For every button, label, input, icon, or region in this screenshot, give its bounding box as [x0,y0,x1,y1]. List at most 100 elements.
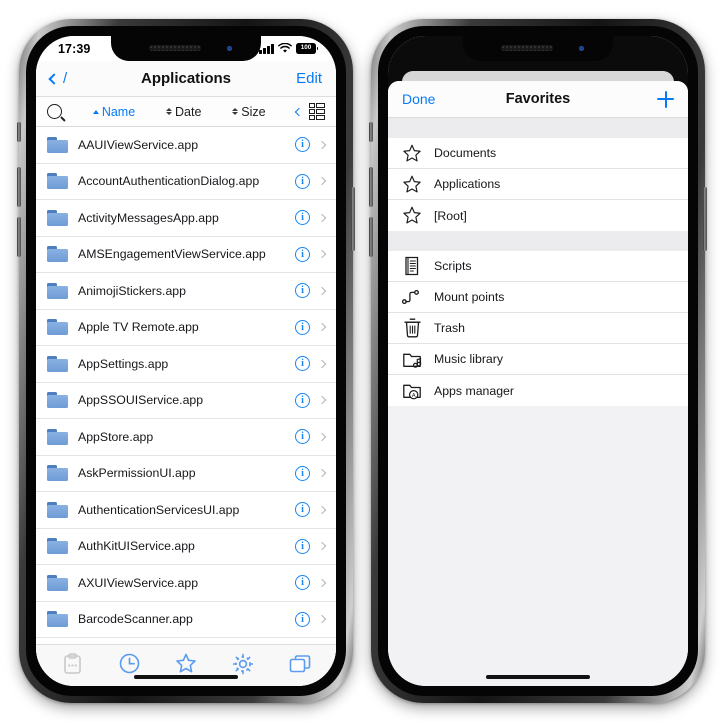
favorite-row[interactable]: Trash [388,313,688,344]
back-button[interactable]: / [48,70,67,87]
power-button[interactable] [351,187,355,251]
volume-down-button[interactable] [369,217,373,257]
info-button[interactable]: i [295,575,310,591]
favorite-row[interactable]: Applications [388,169,688,200]
edit-button[interactable]: Edit [296,70,322,87]
favorite-row[interactable]: [Root] [388,200,688,231]
front-camera-icon [227,46,232,51]
mute-switch[interactable] [17,122,21,142]
file-name-label: ActivityMessagesApp.app [78,210,219,225]
star-icon [401,142,423,164]
file-name-label: AppStore.app [78,429,154,444]
navigation-bar: / Applications Edit [36,61,336,97]
home-indicator[interactable] [486,675,590,679]
file-name-label: AMSEngagementViewService.app [78,247,266,262]
file-row[interactable]: AppSSOUIService.app i [36,382,336,419]
tab-recents[interactable] [116,651,142,677]
file-row[interactable]: AMSEngagementViewService.app i [36,236,336,273]
folder-icon [47,209,68,226]
power-button[interactable] [703,187,707,251]
info-button[interactable]: i [295,538,310,554]
info-button[interactable]: i [295,392,310,408]
chevron-right-icon[interactable] [317,323,327,332]
chevron-right-icon[interactable] [317,140,327,149]
home-indicator[interactable] [134,675,238,679]
volume-up-button[interactable] [17,167,21,207]
volume-up-button[interactable] [369,167,373,207]
search-icon[interactable] [47,104,62,119]
chevron-right-icon[interactable] [317,396,327,405]
clock-recents-icon [119,653,139,674]
info-button[interactable]: i [295,210,310,226]
info-button[interactable]: i [295,137,310,153]
tab-windows[interactable] [287,651,313,677]
notch [463,36,613,61]
file-row[interactable]: AAUIViewService.app i [36,127,336,164]
file-row[interactable]: AXUIViewService.app i [36,565,336,602]
plus-icon[interactable] [657,90,674,108]
file-row[interactable]: AskPermissionUI.app i [36,455,336,492]
file-row[interactable]: Apple TV Remote.app i [36,309,336,346]
chevron-left-icon [48,72,60,85]
sort-by-name-button[interactable]: Name [92,105,135,119]
file-name-label: BarcodeScanner.app [78,612,193,627]
mute-switch[interactable] [369,122,373,142]
file-row[interactable]: ActivityMessagesApp.app i [36,200,336,237]
chevron-right-icon[interactable] [317,286,327,295]
favorite-row[interactable]: Mount points [388,282,688,313]
tab-settings[interactable] [230,651,256,677]
file-row[interactable]: AppSettings.app i [36,346,336,383]
info-button[interactable]: i [295,356,310,372]
info-button[interactable]: i [295,502,310,518]
caret-updown-icon [166,107,172,116]
volume-down-button[interactable] [17,217,21,257]
list-view-icon[interactable] [309,103,325,120]
file-row[interactable]: AuthKitUIService.app i [36,528,336,565]
folder-icon [47,173,68,190]
chevron-right-icon[interactable] [317,359,327,368]
sort-size-label: Size [241,104,266,119]
tab-favorites[interactable] [173,651,199,677]
favorite-row[interactable]: Scripts [388,251,688,282]
favorite-row[interactable]: A Apps manager [388,375,688,406]
info-button[interactable]: i [295,283,310,299]
favorite-row[interactable]: Music library [388,344,688,375]
sort-toolbar: Name Date Size [36,97,336,127]
tab-clipboard[interactable] [59,651,85,677]
chevron-right-icon[interactable] [317,432,327,441]
file-row[interactable]: AccountAuthenticationDialog.app i [36,163,336,200]
info-button[interactable]: i [295,465,310,481]
chevron-right-icon[interactable] [317,213,327,222]
chevron-right-icon[interactable] [317,615,327,624]
left-phone-bezel: 17:39 100 / Applications Edit Name Date … [26,26,346,696]
info-button[interactable]: i [295,429,310,445]
chevron-right-icon[interactable] [317,542,327,551]
info-button[interactable]: i [295,246,310,262]
info-button[interactable]: i [295,611,310,627]
info-button[interactable]: i [295,319,310,335]
file-name-label: AAUIViewService.app [78,137,199,152]
chevron-right-icon[interactable] [317,177,327,186]
chevron-right-icon[interactable] [317,578,327,587]
done-button[interactable]: Done [402,91,435,107]
chevron-right-icon[interactable] [317,469,327,478]
info-button[interactable]: i [295,173,310,189]
front-camera-icon [579,46,584,51]
file-list[interactable]: AAUIViewService.app i AccountAuthenticatio… [36,127,336,644]
sort-by-date-button[interactable]: Date [166,105,201,119]
favorite-label: Applications [434,177,501,191]
chevron-right-icon[interactable] [317,250,327,259]
cellular-bars-icon [259,44,274,54]
file-name-label: Apple TV Remote.app [78,320,199,335]
favorite-row[interactable]: Documents [388,138,688,169]
right-phone-screen: Done Favorites Documents Applications [Roo… [388,36,688,686]
svg-text:A: A [411,393,415,399]
chevron-right-icon[interactable] [317,505,327,514]
chevron-left-icon[interactable] [295,107,304,116]
files-app: / Applications Edit Name Date Size AAUIV… [36,36,336,686]
file-row[interactable]: BarcodeScanner.app i [36,601,336,638]
file-row[interactable]: AppStore.app i [36,419,336,456]
sort-by-size-button[interactable]: Size [232,104,266,119]
file-row[interactable]: AuthenticationServicesUI.app i [36,492,336,529]
file-row[interactable]: AnimojiStickers.app i [36,273,336,310]
